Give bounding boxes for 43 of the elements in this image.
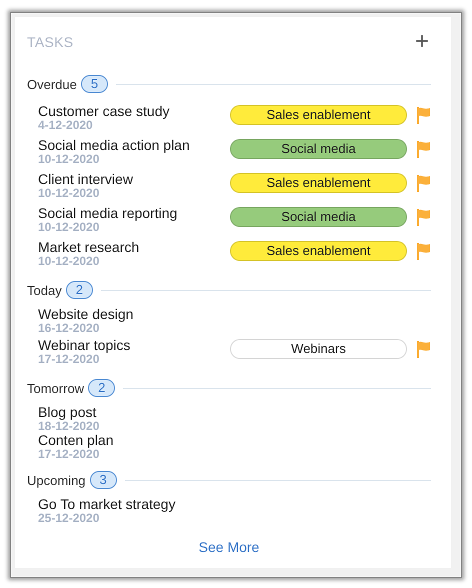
count-badge: 5 bbox=[80, 75, 108, 93]
task-date: 10-12-2020 bbox=[38, 153, 100, 166]
task-tag: Social media bbox=[230, 139, 407, 159]
task-title[interactable]: Conten plan bbox=[38, 433, 431, 448]
flag-icon[interactable] bbox=[416, 340, 431, 358]
add-button[interactable]: + bbox=[412, 31, 431, 53]
task-tag: Social media bbox=[230, 207, 407, 227]
group-label: Tomorrow bbox=[27, 380, 84, 396]
group-label: Upcoming bbox=[27, 472, 86, 488]
task-date: 17-12-2020 bbox=[38, 448, 100, 461]
task-date: 10-12-2020 bbox=[38, 187, 100, 200]
count-badge: 2 bbox=[66, 281, 93, 299]
panel-title: TASKS bbox=[27, 34, 74, 50]
see-more-link[interactable]: See More bbox=[198, 539, 260, 555]
task-date: 10-12-2020 bbox=[38, 255, 100, 268]
task-title[interactable]: Client interview bbox=[38, 172, 230, 187]
task-tag: Sales enablement bbox=[230, 241, 407, 261]
group-label: Overdue bbox=[27, 76, 77, 92]
task-title[interactable]: Go To market strategy bbox=[38, 497, 431, 512]
count-badge: 2 bbox=[88, 379, 116, 397]
task-date: 17-12-2020 bbox=[38, 353, 100, 366]
task-title[interactable]: Social media reporting bbox=[38, 206, 230, 221]
flag-icon[interactable] bbox=[416, 140, 431, 158]
task-date: 16-12-2020 bbox=[38, 322, 100, 335]
task-title[interactable]: Blog post bbox=[38, 405, 431, 420]
task-title[interactable]: Customer case study bbox=[38, 104, 230, 119]
flag-icon[interactable] bbox=[416, 242, 431, 260]
flag-icon[interactable] bbox=[416, 208, 431, 226]
task-tag: Sales enablement bbox=[230, 105, 407, 125]
task-date: 4-12-2020 bbox=[38, 119, 94, 132]
count-badge: 3 bbox=[90, 471, 117, 489]
flag-icon[interactable] bbox=[416, 174, 431, 192]
task-date: 25-12-2020 bbox=[38, 512, 100, 525]
group-label: Today bbox=[27, 282, 62, 298]
flag-icon[interactable] bbox=[416, 106, 431, 124]
task-tag: Webinars bbox=[230, 339, 407, 359]
task-title[interactable]: Social media action plan bbox=[38, 138, 230, 153]
task-date: 10-12-2020 bbox=[38, 221, 100, 234]
task-title[interactable]: Market research bbox=[38, 240, 230, 255]
task-title[interactable]: Website design bbox=[38, 307, 431, 322]
task-date: 18-12-2020 bbox=[38, 420, 100, 433]
task-tag: Sales enablement bbox=[230, 173, 407, 193]
task-title[interactable]: Webinar topics bbox=[38, 338, 230, 353]
